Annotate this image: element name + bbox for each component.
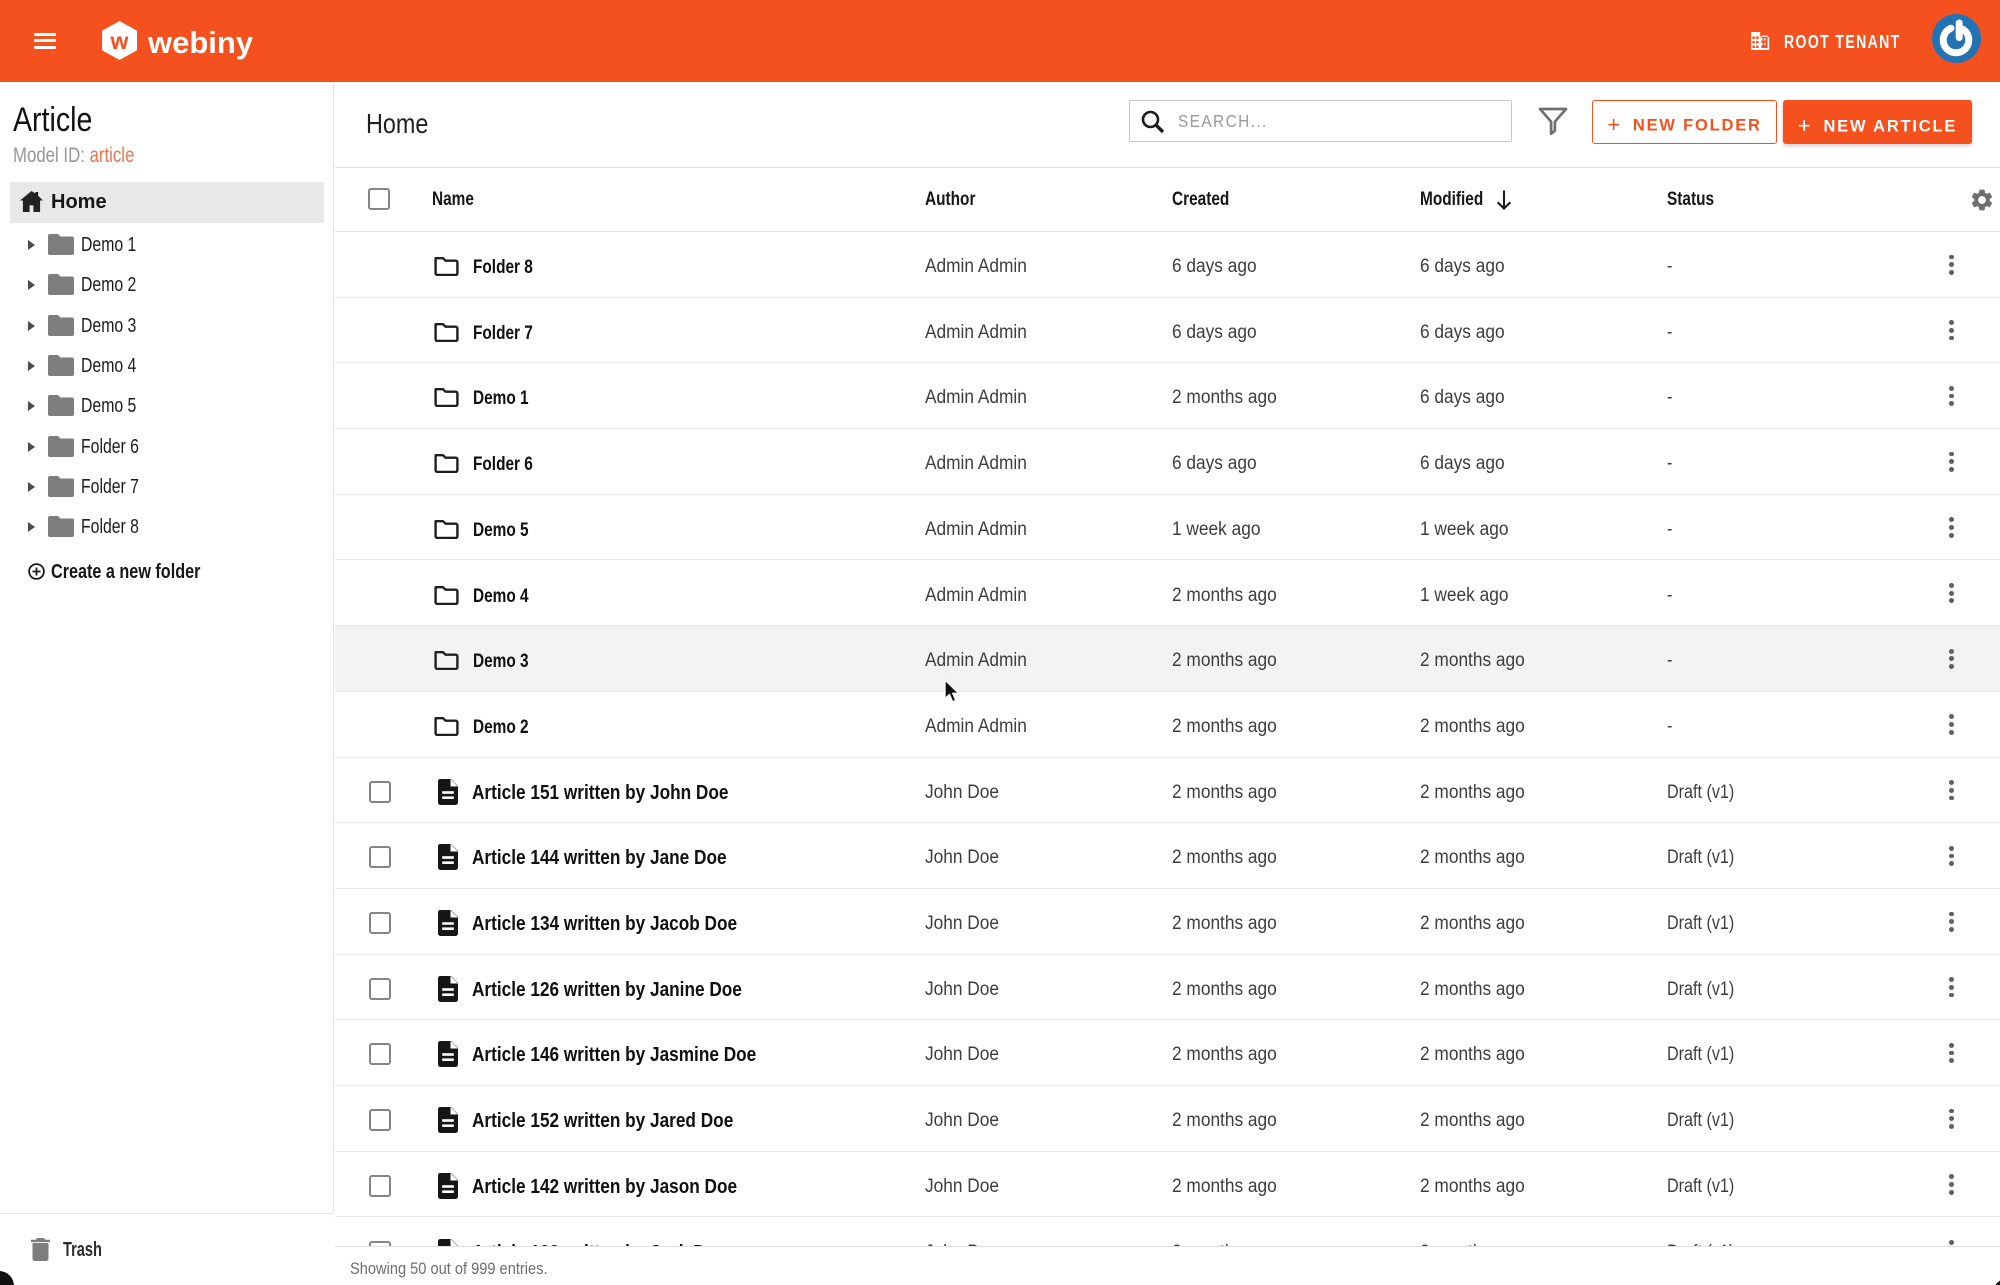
svg-text:w: w [110,28,129,54]
